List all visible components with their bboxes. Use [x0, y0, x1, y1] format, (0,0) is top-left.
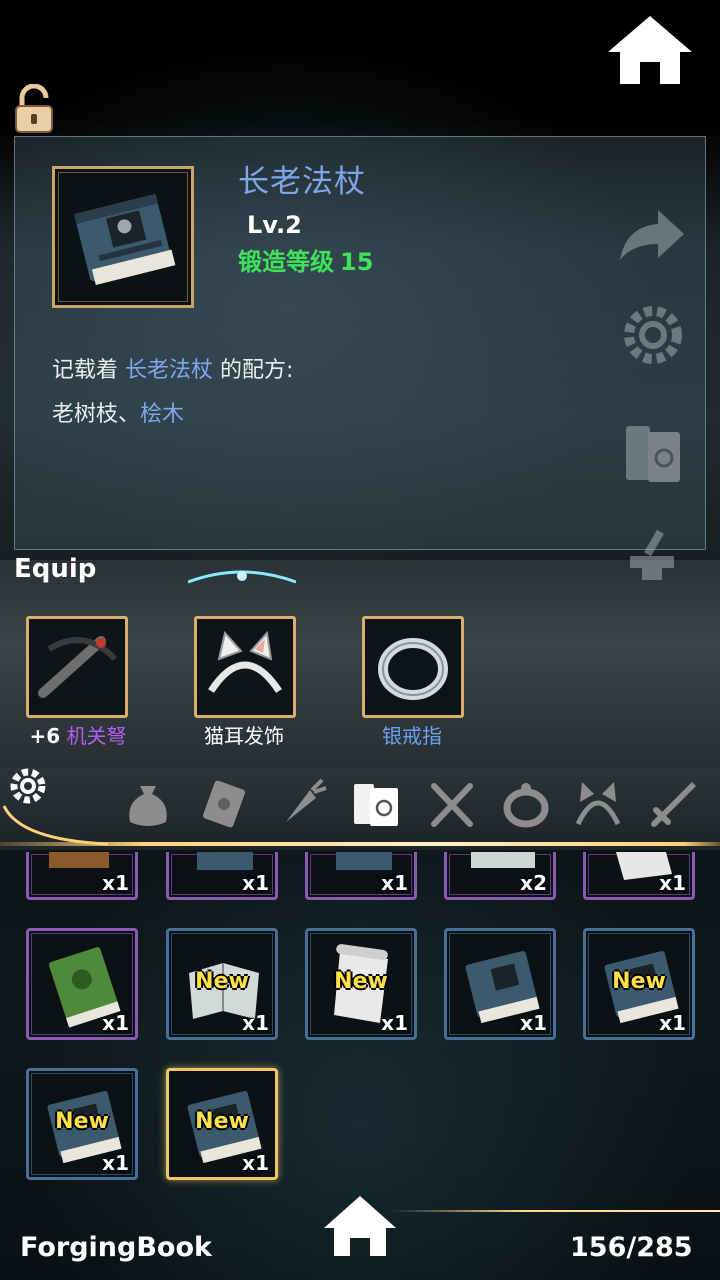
inventory-slot[interactable]: New x1 [583, 928, 695, 1040]
new-badge: New [334, 969, 388, 994]
collection-count: 156/285 [570, 1232, 693, 1263]
item-quantity: x1 [242, 1151, 269, 1175]
item-quantity: x1 [659, 1011, 686, 1035]
ornament-icon [188, 570, 296, 584]
item-quantity: x1 [659, 871, 686, 895]
scroll-card-icon[interactable] [196, 776, 252, 832]
item-quantity: x1 [102, 1011, 129, 1035]
inventory-slot-selected[interactable]: New x1 [166, 1068, 278, 1180]
category-divider [0, 842, 720, 846]
anvil-hammer-icon[interactable] [620, 526, 684, 582]
desc-prefix: 记载着 [52, 358, 119, 383]
inventory-slot[interactable]: x1 [444, 928, 556, 1040]
new-badge: New [195, 1109, 249, 1134]
equip-title: Equip [14, 554, 97, 584]
silver-ring-icon [378, 638, 448, 700]
new-badge: New [195, 969, 249, 994]
crossbow-icon [38, 636, 118, 698]
desc-item-name: 长老法杖 [125, 358, 214, 383]
share-arrow-icon[interactable] [618, 206, 686, 262]
bag-icon[interactable] [120, 776, 176, 832]
equip-name: 机关弩 [66, 724, 127, 748]
scroll-map-icon [471, 852, 535, 868]
equip-slot-cat-ears[interactable] [194, 616, 296, 718]
new-badge: New [55, 1109, 109, 1134]
sword-icon[interactable] [646, 776, 702, 832]
forge-level-value: 15 [340, 248, 374, 276]
cat-ear-icon[interactable] [570, 776, 626, 832]
item-quantity: x1 [242, 1011, 269, 1035]
item-quantity: x2 [520, 871, 547, 895]
carrot-icon[interactable] [272, 776, 328, 832]
enhance-level: +6 [29, 724, 61, 748]
inventory-slot[interactable]: New x1 [26, 1068, 138, 1180]
new-badge: New [612, 969, 666, 994]
desc-suffix: 的配方: [220, 358, 294, 383]
unlock-icon[interactable] [12, 84, 58, 134]
ring-icon[interactable] [498, 776, 554, 832]
item-quantity: x1 [102, 1151, 129, 1175]
inventory-slot[interactable]: x1 [583, 852, 695, 900]
item-level: Lv.2 [247, 211, 302, 239]
equip-label-ring: 银戒指 [382, 724, 442, 748]
cat-ear-headband-icon [208, 630, 282, 693]
settings-gear-icon[interactable] [620, 302, 686, 368]
material-1: 老树枝、 [52, 402, 141, 427]
footer-divider [390, 1210, 720, 1212]
fork-knife-icon[interactable] [424, 776, 480, 832]
book-blue-icon [197, 852, 253, 870]
item-quantity: x1 [102, 871, 129, 895]
inventory-slot[interactable]: x1 [305, 852, 417, 900]
item-quantity: x1 [242, 871, 269, 895]
recipe-materials: 老树枝、桧木 [52, 396, 184, 428]
page-title: ForgingBook [20, 1232, 212, 1263]
recipe-book-icon [74, 193, 176, 286]
inventory-slot[interactable]: x1 [26, 852, 138, 900]
equip-label-cat-ears: 猫耳发饰 [204, 724, 284, 748]
item-name: 长老法杖 [238, 164, 366, 200]
forge-level: 锻造等级 15 [238, 242, 373, 277]
forge-level-label: 锻造等级 [238, 248, 334, 276]
home-icon[interactable] [322, 1194, 398, 1260]
equip-slot-ring[interactable] [362, 616, 464, 718]
books-icon[interactable] [622, 420, 684, 486]
inventory-slot[interactable]: x1 [26, 928, 138, 1040]
item-image-frame [52, 166, 194, 308]
inventory-slot[interactable]: New x1 [166, 928, 278, 1040]
item-quantity: x1 [381, 1011, 408, 1035]
inventory-slot[interactable]: x1 [166, 852, 278, 900]
recipe-description: 记载着 长老法杖 的配方: [52, 352, 293, 384]
book-icon[interactable] [348, 776, 404, 832]
material-2: 桧木 [140, 402, 185, 427]
item-quantity: x1 [381, 871, 408, 895]
item-quantity: x1 [520, 1011, 547, 1035]
equip-slot-crossbow[interactable] [26, 616, 128, 718]
home-icon[interactable] [604, 12, 696, 88]
book-brown-icon [49, 852, 109, 868]
equip-label-crossbow: +6 机关弩 [3, 720, 153, 749]
inventory-slot[interactable]: New x1 [305, 928, 417, 1040]
inventory-slot[interactable]: x2 [444, 852, 556, 900]
gold-swirl-ornament [2, 805, 109, 846]
book-blue-icon [336, 852, 392, 870]
